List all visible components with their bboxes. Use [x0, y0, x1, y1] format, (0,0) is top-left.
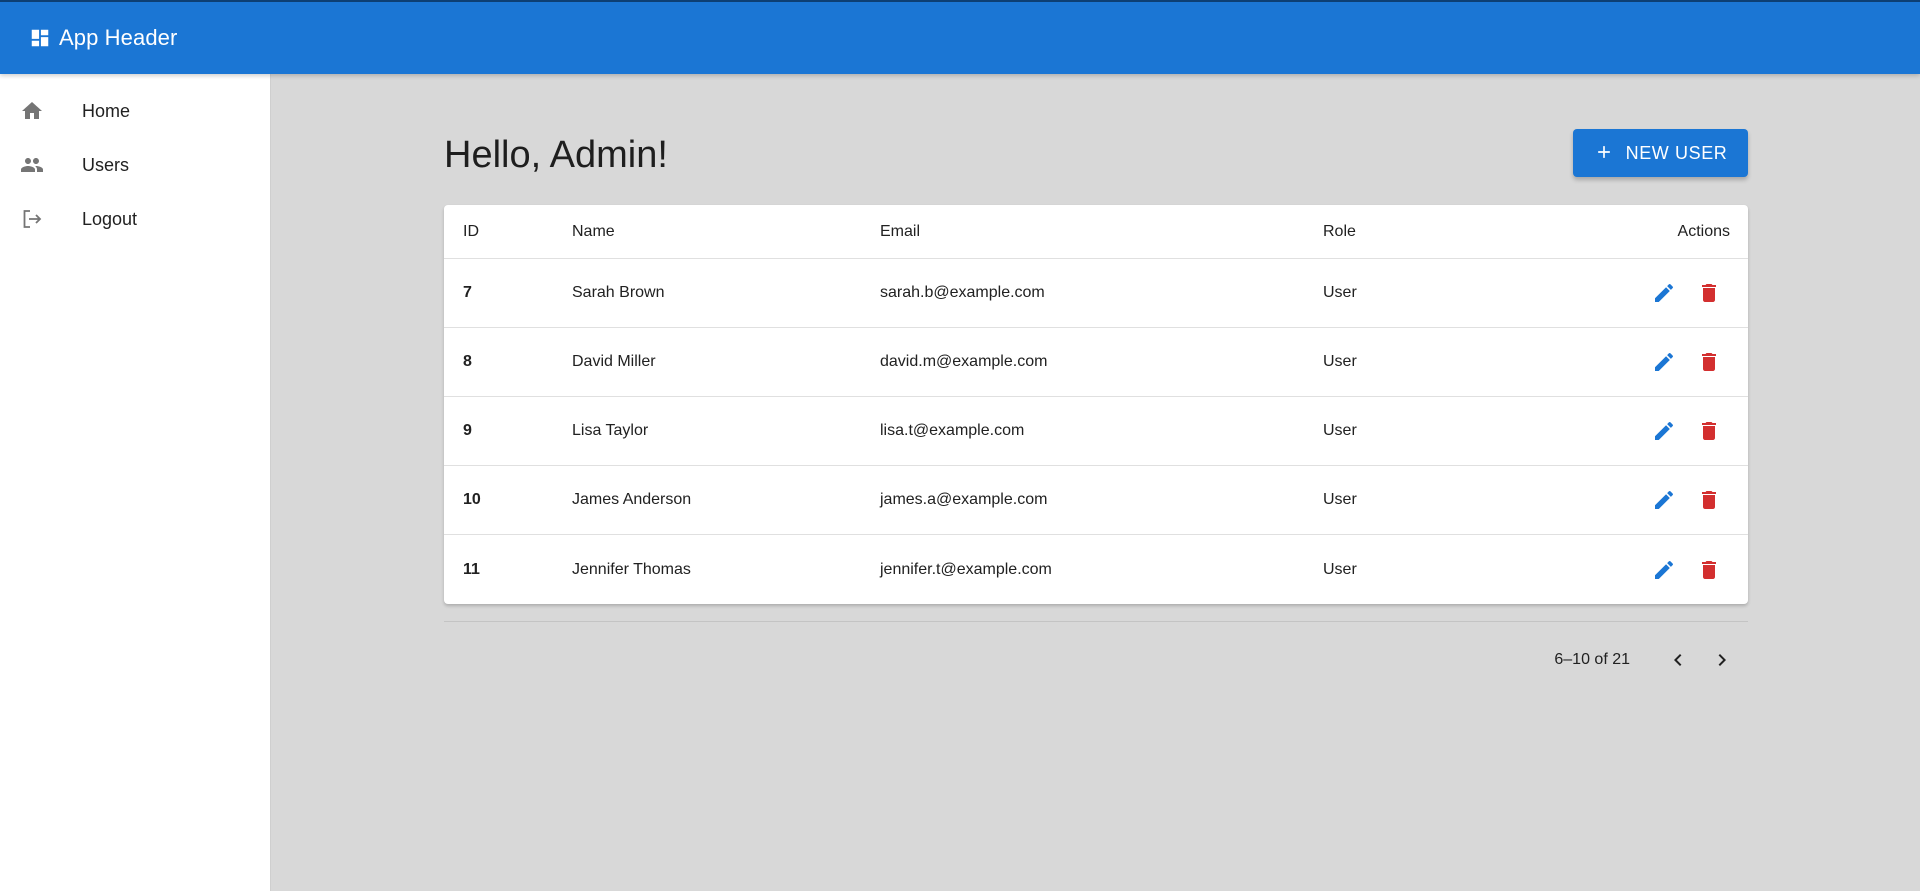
pencil-icon[interactable]	[1652, 488, 1676, 512]
table-header: ID Name Email Role Actions	[444, 205, 1748, 259]
cell-actions	[1583, 558, 1748, 582]
pencil-icon[interactable]	[1652, 419, 1676, 443]
trash-icon[interactable]	[1697, 488, 1721, 512]
page-title: Hello, Admin!	[444, 134, 668, 176]
divider	[444, 621, 1748, 622]
cell-email: sarah.b@example.com	[880, 284, 1045, 301]
cell-email: david.m@example.com	[880, 353, 1048, 370]
sidebar-item-label: Users	[82, 154, 130, 175]
trash-icon[interactable]	[1697, 350, 1721, 374]
trash-icon[interactable]	[1697, 419, 1721, 443]
cell-id: 8	[463, 353, 472, 370]
sidebar-item-users[interactable]: Users	[0, 138, 270, 192]
cell-actions	[1583, 488, 1748, 512]
table-row: 7 Sarah Brown sarah.b@example.com User	[444, 259, 1748, 328]
main-content: Hello, Admin! NEW USER ID Name Email Rol…	[272, 74, 1920, 891]
cell-id: 11	[463, 560, 480, 578]
users-table: ID Name Email Role Actions 7 Sarah Brown…	[444, 205, 1748, 604]
column-header-id: ID	[463, 222, 479, 240]
chevron-right-icon[interactable]	[1710, 648, 1734, 672]
pagination-range: 6–10 of 21	[1554, 651, 1630, 668]
cell-email: jennifer.t@example.com	[880, 560, 1052, 578]
cell-role: User	[1323, 422, 1357, 439]
app-title: App Header	[59, 25, 178, 50]
people-icon	[20, 153, 44, 177]
new-user-button[interactable]: NEW USER	[1573, 129, 1748, 177]
cell-actions	[1583, 419, 1748, 443]
column-header-name: Name	[572, 222, 615, 240]
column-header-role: Role	[1323, 222, 1356, 240]
new-user-label: NEW USER	[1625, 142, 1728, 163]
dashboard-icon	[29, 27, 51, 49]
cell-role: User	[1323, 491, 1357, 508]
sidebar-item-logout[interactable]: Logout	[0, 192, 270, 246]
plus-icon	[1594, 140, 1614, 166]
table-row: 10 James Anderson james.a@example.com Us…	[444, 466, 1748, 535]
cell-name: Lisa Taylor	[572, 422, 649, 439]
cell-name: Jennifer Thomas	[572, 560, 691, 578]
table-row: 8 David Miller david.m@example.com User	[444, 328, 1748, 397]
cell-name: David Miller	[572, 353, 656, 370]
table-row: 11 Jennifer Thomas jennifer.t@example.co…	[444, 535, 1748, 604]
pencil-icon[interactable]	[1652, 281, 1676, 305]
sidebar-item-home[interactable]: Home	[0, 84, 270, 138]
table-row: 9 Lisa Taylor lisa.t@example.com User	[444, 397, 1748, 466]
cell-role: User	[1323, 560, 1357, 578]
cell-name: James Anderson	[572, 491, 692, 508]
pencil-icon[interactable]	[1652, 558, 1676, 582]
cell-id: 7	[463, 284, 472, 301]
cell-role: User	[1323, 284, 1357, 301]
pencil-icon[interactable]	[1652, 350, 1676, 374]
cell-id: 10	[463, 491, 481, 508]
cell-actions	[1583, 281, 1748, 305]
logout-icon	[20, 207, 44, 231]
column-header-actions: Actions	[1677, 222, 1730, 240]
sidebar-item-label: Logout	[82, 208, 138, 229]
cell-role: User	[1323, 353, 1357, 370]
cell-name: Sarah Brown	[572, 284, 665, 301]
column-header-email: Email	[880, 222, 921, 240]
cell-actions	[1583, 350, 1748, 374]
app-bar: App Header	[0, 0, 1920, 74]
sidebar: Home Users Logout	[0, 74, 271, 891]
sidebar-item-label: Home	[82, 100, 131, 121]
cell-email: james.a@example.com	[880, 491, 1048, 508]
home-icon	[20, 99, 44, 123]
trash-icon[interactable]	[1697, 558, 1721, 582]
cell-email: lisa.t@example.com	[880, 422, 1025, 439]
trash-icon[interactable]	[1697, 281, 1721, 305]
cell-id: 9	[463, 422, 472, 439]
pagination: 6–10 of 21	[444, 640, 1748, 680]
chevron-left-icon[interactable]	[1666, 648, 1690, 672]
